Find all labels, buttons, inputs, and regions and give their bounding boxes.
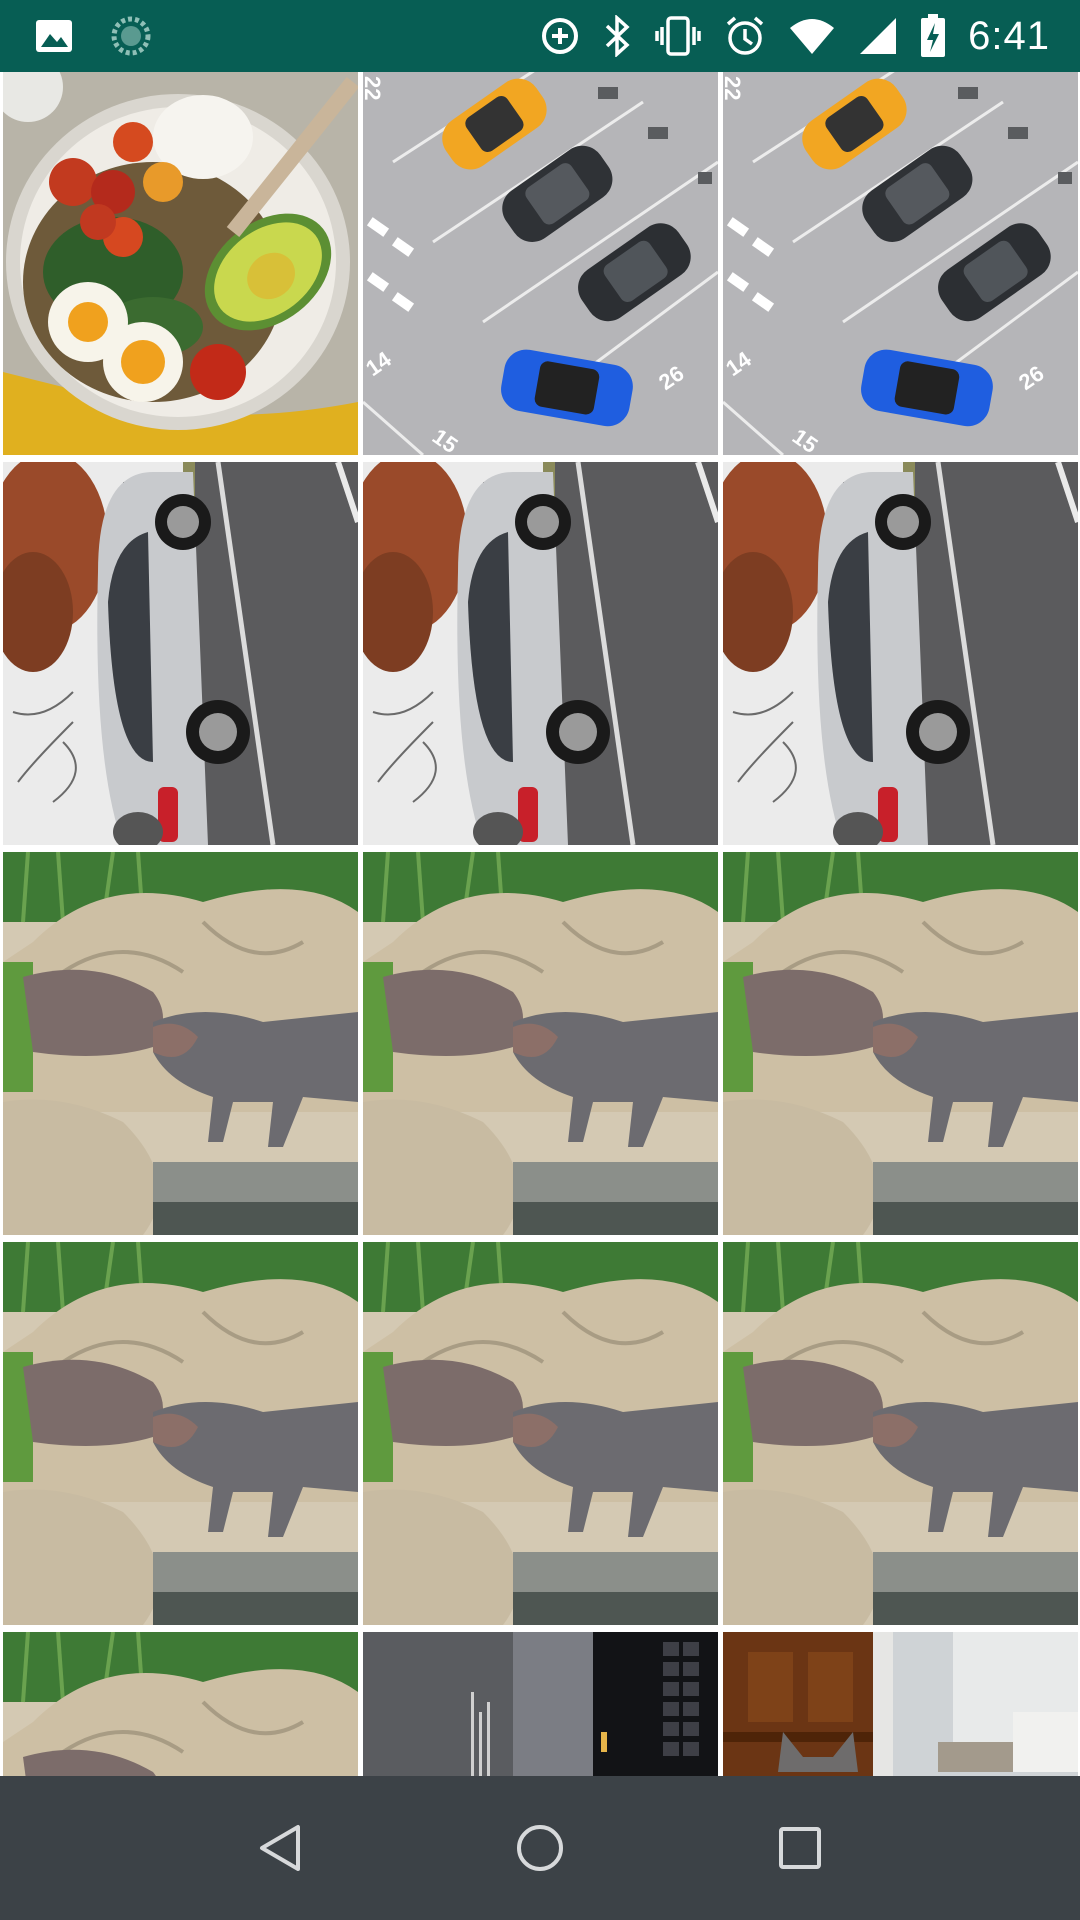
home-button[interactable] bbox=[480, 1788, 600, 1908]
bluetooth-icon bbox=[602, 15, 632, 57]
status-right: 6:41 bbox=[540, 14, 1080, 59]
data-saver-icon bbox=[540, 16, 580, 56]
photo-thumbnail-food-bowl[interactable] bbox=[3, 72, 358, 455]
vibrate-icon bbox=[654, 15, 702, 57]
photo-thumbnail-hippos[interactable] bbox=[723, 1242, 1078, 1625]
alarm-icon bbox=[724, 15, 766, 57]
recents-icon bbox=[779, 1827, 821, 1869]
photo-thumbnail-hippos[interactable] bbox=[3, 852, 358, 1235]
status-left bbox=[0, 15, 152, 57]
photo-thumbnail-silver-car[interactable] bbox=[363, 462, 718, 845]
photo-thumbnail-parking-lot[interactable]: 22 14 15 26 bbox=[363, 72, 718, 455]
home-icon bbox=[517, 1825, 563, 1871]
parking-number-22: 22 bbox=[363, 76, 385, 100]
recents-button[interactable] bbox=[740, 1788, 860, 1908]
photo-thumbnail-hippos[interactable] bbox=[3, 1632, 358, 1776]
photo-thumbnail-hippos[interactable] bbox=[363, 852, 718, 1235]
photo-thumbnail-hippos[interactable] bbox=[723, 852, 1078, 1235]
parking-number-22: 22 bbox=[723, 76, 745, 100]
wifi-icon bbox=[788, 16, 836, 56]
battery-charging-icon bbox=[920, 14, 946, 58]
photo-thumbnail-silver-car[interactable] bbox=[723, 462, 1078, 845]
photo-grid[interactable]: 22 14 15 26 22 14 15 26 bbox=[0, 72, 1080, 1776]
navigation-bar bbox=[0, 1776, 1080, 1920]
photo-thumbnail-silver-car[interactable] bbox=[3, 462, 358, 845]
photo-thumbnail-hippos[interactable] bbox=[363, 1242, 718, 1625]
loading-spinner-icon bbox=[110, 15, 152, 57]
status-time: 6:41 bbox=[968, 13, 1050, 58]
back-icon bbox=[260, 1825, 300, 1871]
photo-thumbnail-hippos[interactable] bbox=[3, 1242, 358, 1625]
status-bar: 6:41 bbox=[0, 0, 1080, 72]
photo-thumbnail-screen-photo[interactable] bbox=[363, 1632, 718, 1776]
gallery-notification-icon bbox=[34, 16, 74, 56]
photo-thumbnail-cat-cabinet[interactable] bbox=[723, 1632, 1078, 1776]
photo-thumbnail-parking-lot[interactable]: 22 14 15 26 bbox=[723, 72, 1078, 455]
back-button[interactable] bbox=[220, 1788, 340, 1908]
cellular-signal-icon bbox=[858, 16, 898, 56]
